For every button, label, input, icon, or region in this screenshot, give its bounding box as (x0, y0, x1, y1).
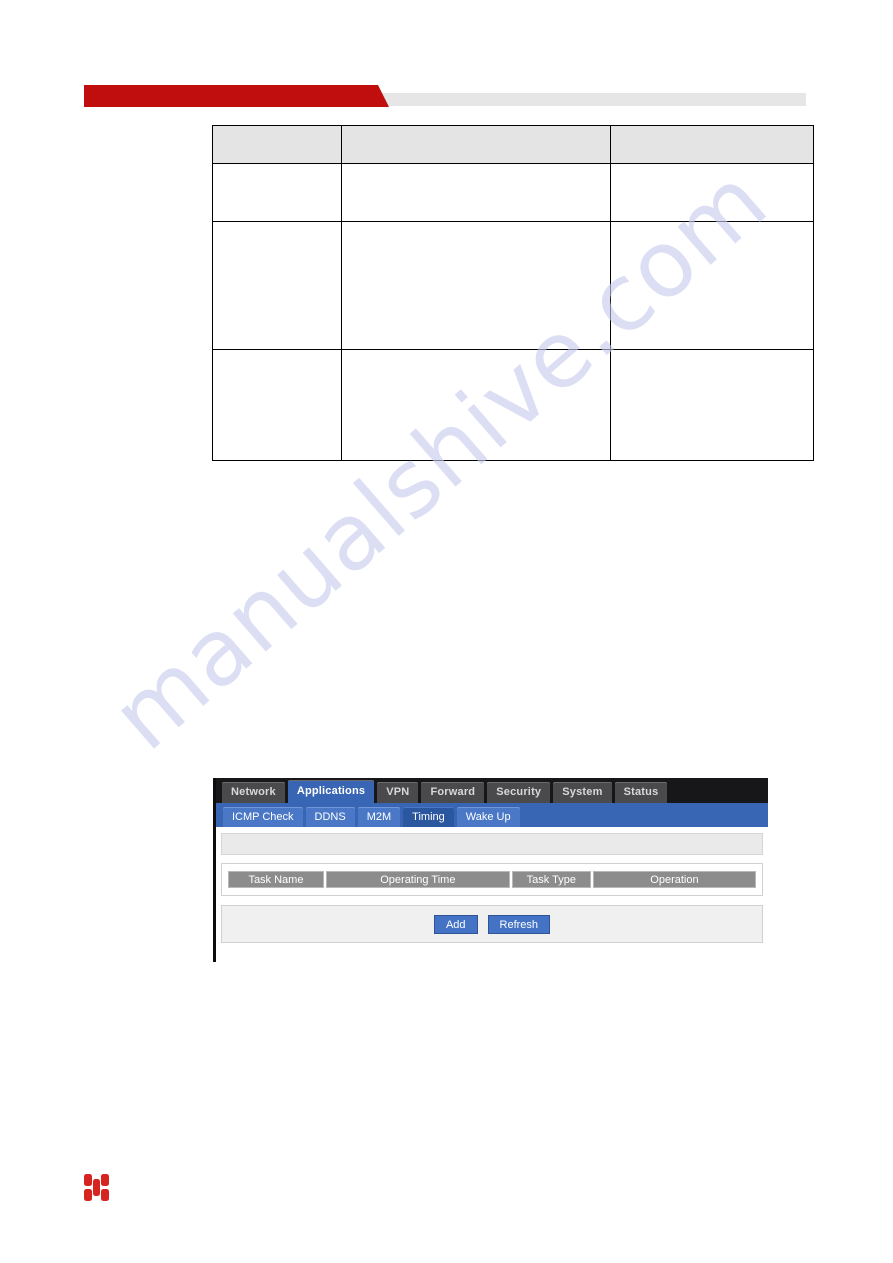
column-header-operating-time[interactable]: Operating Time (325, 871, 510, 888)
table-row (212, 221, 814, 350)
nav-tab-forward[interactable]: Forward (421, 782, 485, 803)
table-cell (212, 349, 342, 461)
table-row (212, 349, 814, 461)
logo-block-left-bottom (84, 1189, 92, 1201)
specification-table (212, 125, 814, 461)
nav-tab-applications[interactable]: Applications (287, 780, 375, 803)
action-button-panel: Add Refresh (221, 905, 763, 943)
subtab-icmp-check[interactable]: ICMP Check (223, 807, 303, 827)
nav-tab-vpn[interactable]: VPN (377, 782, 419, 803)
brand-logo-icon (84, 1174, 110, 1202)
task-list-panel: Task Name Operating Time Task Type Opera… (221, 863, 763, 896)
nav-tab-network[interactable]: Network (222, 782, 285, 803)
refresh-button[interactable]: Refresh (487, 914, 551, 934)
column-header-task-name[interactable]: Task Name (228, 871, 324, 888)
column-header-task-type[interactable]: Task Type (511, 871, 591, 888)
table-cell (341, 349, 611, 461)
subtab-wake-up[interactable]: Wake Up (456, 807, 520, 827)
sub-navigation-bar: ICMP Check DDNS M2M Timing Wake Up (216, 803, 768, 827)
table-cell (610, 221, 814, 350)
logo-block-center (93, 1179, 100, 1196)
subtab-m2m[interactable]: M2M (357, 807, 401, 827)
nav-tab-security[interactable]: Security (487, 782, 551, 803)
add-button[interactable]: Add (433, 914, 478, 934)
table-cell (610, 163, 814, 222)
ui-body: Network Applications VPN Forward Securit… (216, 778, 768, 951)
table-header-cell-1 (212, 125, 342, 164)
table-cell (212, 221, 342, 350)
table-row (212, 163, 814, 222)
logo-block-right-bottom (101, 1189, 109, 1201)
logo-block-right-top (101, 1174, 109, 1186)
table-cell (341, 163, 611, 222)
logo-block-left-top (84, 1174, 92, 1186)
task-table-header-row: Task Name Operating Time Task Type Opera… (228, 871, 756, 888)
table-cell (212, 163, 342, 222)
subtab-ddns[interactable]: DDNS (305, 807, 355, 827)
subtab-timing[interactable]: Timing (403, 807, 454, 827)
table-header-cell-3 (610, 125, 814, 164)
table-header-row (212, 125, 814, 164)
column-header-operation[interactable]: Operation (592, 871, 756, 888)
page-header-band (0, 83, 893, 113)
nav-tab-status[interactable]: Status (614, 782, 668, 803)
main-navigation-bar: Network Applications VPN Forward Securit… (216, 778, 768, 803)
nav-tab-system[interactable]: System (553, 782, 612, 803)
table-cell (610, 349, 814, 461)
table-header-cell-2 (341, 125, 611, 164)
header-red-accent-shape (84, 85, 389, 107)
panel-title-bar (221, 833, 763, 855)
table-cell (341, 221, 611, 350)
content-area: Task Name Operating Time Task Type Opera… (216, 827, 768, 951)
